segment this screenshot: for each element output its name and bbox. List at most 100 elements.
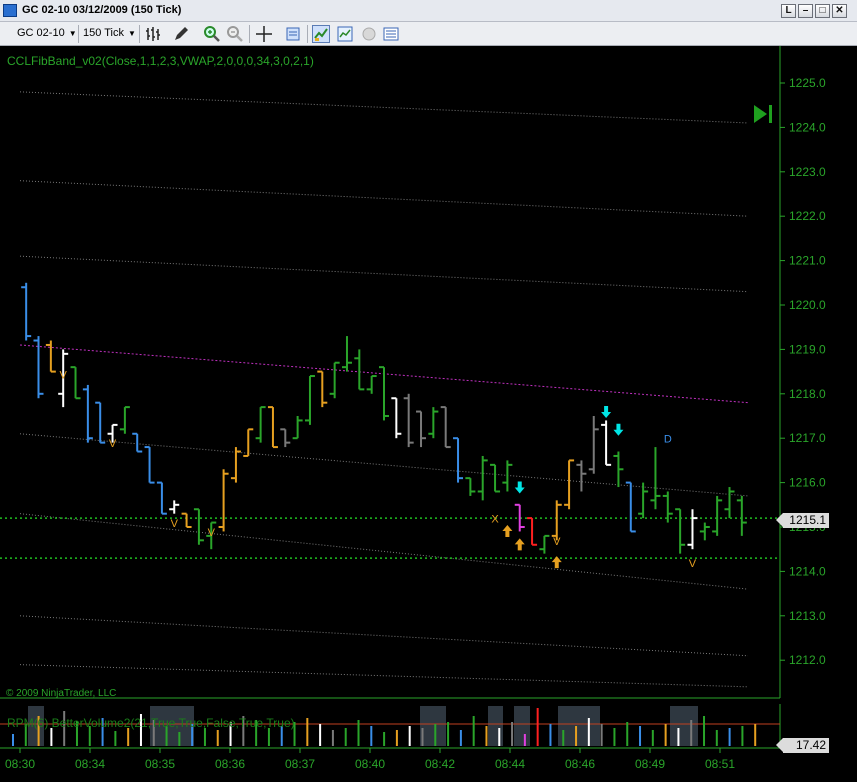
window-titlebar[interactable]: GC 02-10 03/12/2009 (150 Tick) L – □ ✕ [0, 0, 857, 22]
toolbar-divider [249, 25, 250, 43]
volume-bar [703, 716, 706, 746]
play-end-icon[interactable] [752, 104, 774, 124]
price-tick-label: 1222.0 [789, 209, 826, 223]
indicators-icon[interactable] [312, 25, 330, 43]
zoom-out-icon[interactable] [226, 25, 244, 43]
volume-bar [306, 718, 309, 746]
volume-bar [664, 724, 667, 746]
signal-label: V [60, 369, 68, 381]
volume-bar [331, 730, 334, 746]
volume-bar [319, 724, 322, 746]
signal-label: V [109, 438, 117, 450]
time-tick-label: 08:42 [425, 757, 455, 771]
chevron-down-icon: ▼ [68, 29, 77, 38]
chart-app-icon [3, 4, 17, 17]
chart-background [0, 46, 857, 782]
volume-bar [498, 728, 501, 746]
toolbar-divider [139, 25, 140, 43]
signal-label: V [553, 536, 561, 548]
volume-bar [421, 728, 424, 746]
chart-panel[interactable]: V V V V X D V V 1225.0 1224.0 1223.0 1222.0 1221.0 1… [0, 46, 857, 782]
bar-type-icon[interactable] [145, 25, 163, 43]
zoom-in-icon[interactable] [203, 25, 221, 43]
time-tick-label: 08:44 [495, 757, 525, 771]
indicator-label: CCLFibBand_v02(Close,1,1,2,3,VWAP,2,0,0,… [7, 54, 314, 68]
current-volume-badge: 17.42 [776, 738, 829, 753]
volume-shade [420, 706, 446, 746]
instrument-value: GC 02-10 [17, 27, 65, 39]
time-tick-label: 08:40 [355, 757, 385, 771]
lower-panel-label: RPM(6) BetterVolume2(21,True,True,False,… [7, 716, 295, 730]
volume-bar [459, 730, 462, 746]
signal-label: X [491, 514, 499, 526]
copyright-text: © 2009 NinjaTrader, LLC [6, 688, 117, 699]
volume-bar [741, 726, 744, 746]
price-tick-label: 1224.0 [789, 120, 826, 134]
volume-bar [267, 728, 270, 746]
current-price-badge: 1215.1 [776, 513, 829, 528]
volume-bar [50, 728, 53, 746]
signal-label: D [664, 434, 672, 446]
volume-bar [754, 724, 757, 746]
price-tick-label: 1217.0 [789, 431, 826, 445]
signal-label: V [171, 518, 179, 530]
volume-bar [536, 708, 539, 746]
price-tick-label: 1220.0 [789, 298, 826, 312]
volume-shade [514, 706, 530, 746]
volume-bar [216, 730, 219, 746]
volume-bar [562, 730, 565, 746]
interval-selector[interactable]: 150 Tick ▼ [83, 25, 136, 42]
volume-bar [523, 734, 526, 746]
price-tick-label: 1221.0 [789, 254, 826, 268]
properties-icon[interactable] [382, 25, 400, 43]
price-tick-label: 1223.0 [789, 165, 826, 179]
toolbar-divider [78, 25, 79, 43]
instrument-selector[interactable]: GC 02-10 ▼ [17, 25, 77, 42]
volume-bar [357, 720, 360, 746]
price-tick-label: 1214.0 [789, 564, 826, 578]
maximize-button[interactable]: □ [815, 4, 830, 18]
time-tick-label: 08:51 [705, 757, 735, 771]
price-chart[interactable]: V V V V X D V V 1225.0 1224.0 1223.0 1222.0 1221.0 1… [0, 46, 857, 782]
volume-bar [587, 718, 590, 746]
volume-bar [677, 728, 680, 746]
price-tick-label: 1219.0 [789, 342, 826, 356]
volume-bar [613, 728, 616, 746]
volume-bar [728, 728, 731, 746]
volume-bar [178, 732, 181, 746]
signal-label: V [208, 527, 216, 539]
volume-bar [434, 724, 437, 746]
volume-bar [344, 728, 347, 746]
volume-bar [127, 728, 130, 746]
drawing-pencil-icon[interactable] [172, 25, 190, 43]
price-tick-label: 1212.0 [789, 653, 826, 667]
time-tick-label: 08:46 [565, 757, 595, 771]
minimize-button[interactable]: – [798, 4, 813, 18]
time-tick-label: 08:37 [285, 757, 315, 771]
volume-bar [383, 732, 386, 746]
time-tick-label: 08:36 [215, 757, 245, 771]
close-button[interactable]: ✕ [832, 4, 847, 18]
volume-bar [408, 726, 411, 746]
volume-bar [485, 726, 488, 746]
volume-bar [626, 722, 629, 746]
chart-toolbar: GC 02-10 ▼ 150 Tick ▼ [0, 22, 857, 46]
volume-shade [558, 706, 600, 746]
crosshair-icon[interactable] [255, 25, 273, 43]
volume-bar [690, 720, 693, 746]
volume-bar [575, 726, 578, 746]
time-tick-label: 08:30 [5, 757, 35, 771]
sphere-icon[interactable] [360, 25, 378, 43]
interval-value: 150 Tick [83, 27, 124, 39]
volume-bar [12, 734, 14, 746]
window-title: GC 02-10 03/12/2009 (150 Tick) [22, 4, 182, 16]
link-button[interactable]: L [781, 4, 796, 18]
strategies-icon[interactable] [336, 25, 354, 43]
data-box-icon[interactable] [284, 25, 302, 43]
time-tick-label: 08:49 [635, 757, 665, 771]
volume-bar [600, 724, 603, 746]
volume-bar [651, 730, 654, 746]
price-tick-label: 1213.0 [789, 609, 826, 623]
volume-bar [549, 724, 552, 746]
volume-bar [447, 722, 450, 746]
